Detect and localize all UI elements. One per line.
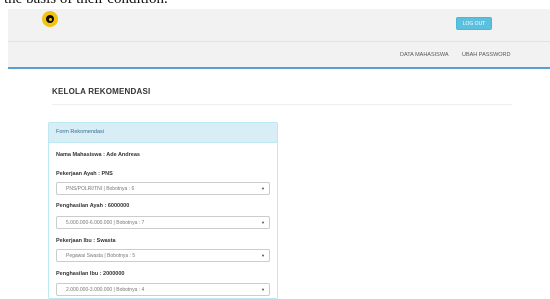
father-income-label: Penghasilan Ayah : 6000000 (56, 203, 130, 209)
navbar-divider (8, 41, 550, 42)
mother-job-label: Pekerjaan Ibu : Swasta (56, 238, 116, 244)
caption-text: the basis of their condition. (4, 0, 168, 8)
caret-down-icon: ▼ (261, 253, 265, 258)
caret-down-icon: ▼ (261, 186, 265, 191)
father-job-label: Pekerjaan Ayah : PNS (56, 171, 113, 177)
father-job-value: PNS/POLRI/TNI | Bobotnya : 6 (66, 186, 135, 192)
top-navbar: LOG OUT DATA MAHASISWA UBAH PASSWORD (8, 9, 550, 69)
caption-fragment: the basis of their condition. (0, 0, 550, 9)
mother-income-value: 2.000.000-3.000.000 | Bobotnya : 4 (66, 287, 145, 293)
father-job-select[interactable]: PNS/POLRI/TNI | Bobotnya : 6 ▼ (56, 182, 270, 195)
panel-heading: Form Rekomendasi (49, 123, 277, 143)
father-income-select[interactable]: 5.000.000-6.000.000 | Bobotnya : 7 ▼ (56, 216, 270, 229)
caret-down-icon: ▼ (261, 220, 265, 225)
logout-button[interactable]: LOG OUT (456, 17, 492, 30)
logo-inner (46, 15, 54, 23)
page-title: KELOLA REKOMENDASI (52, 87, 151, 96)
mother-income-label: Penghasilan Ibu : 2000000 (56, 271, 125, 277)
logo-core (48, 17, 52, 21)
father-income-value: 5.000.000-6.000.000 | Bobotnya : 7 (66, 220, 145, 226)
mother-job-select[interactable]: Pegawai Swasta | Bobotnya : 5 ▼ (56, 249, 270, 262)
mother-income-select[interactable]: 2.000.000-3.000.000 | Bobotnya : 4 ▼ (56, 283, 270, 296)
nav-ubah-password[interactable]: UBAH PASSWORD (462, 52, 511, 58)
title-divider (52, 104, 512, 105)
recommendation-form-panel: Form Rekomendasi Nama Mahasiswa : Ade An… (48, 122, 278, 299)
nav-data-mahasiswa[interactable]: DATA MAHASISWA (400, 52, 449, 58)
caret-down-icon: ▼ (261, 287, 265, 292)
student-name-label: Nama Mahasiswa : Ade Andreas (56, 152, 140, 158)
mother-job-value: Pegawai Swasta | Bobotnya : 5 (66, 253, 136, 259)
university-logo-icon[interactable] (42, 11, 58, 27)
